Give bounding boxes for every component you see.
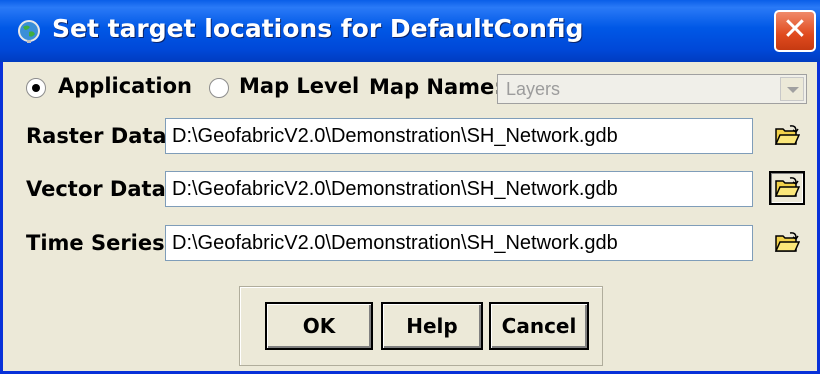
ok-button[interactable]: OK [265,302,373,350]
raster-data-path-field[interactable]: D:\GeofabricV2.0\Demonstration\SH_Networ… [165,118,753,154]
open-folder-icon [774,232,800,252]
raster-data-label: Raster Data: [26,124,175,148]
vector-data-browse-button[interactable] [769,171,805,205]
close-icon: ✕ [782,12,808,47]
map-name-select[interactable]: Layers [497,74,807,104]
map-name-label: Map Name: [369,75,503,99]
map-name-value: Layers [506,79,561,99]
cancel-button[interactable]: Cancel [489,302,589,350]
window-title: Set target locations for DefaultConfig [52,14,584,43]
globe-icon [18,20,40,43]
time-series-path-field[interactable]: D:\GeofabricV2.0\Demonstration\SH_Networ… [165,225,753,261]
help-button-label: Help [406,314,458,338]
dialog-window: Set target locations for DefaultConfig ✕… [0,0,820,374]
chevron-down-icon[interactable] [780,77,804,101]
vector-data-label: Vector Data: [26,177,175,201]
help-button[interactable]: Help [381,302,483,350]
map-level-radio-label[interactable]: Map Level [239,74,359,98]
open-folder-icon [774,177,800,197]
map-level-radio[interactable] [209,78,229,98]
title-bar[interactable]: Set target locations for DefaultConfig ✕ [0,0,820,62]
vector-data-path-field[interactable]: D:\GeofabricV2.0\Demonstration\SH_Networ… [165,171,753,207]
open-folder-icon [774,125,800,145]
ok-button-label: OK [302,314,336,338]
application-radio[interactable] [26,78,46,98]
raster-data-browse-button[interactable] [769,119,805,153]
time-series-label: Time Series: [26,231,174,255]
application-radio-label[interactable]: Application [58,74,192,98]
time-series-browse-button[interactable] [769,226,805,260]
close-button[interactable]: ✕ [774,10,816,52]
cancel-button-label: Cancel [501,314,577,338]
